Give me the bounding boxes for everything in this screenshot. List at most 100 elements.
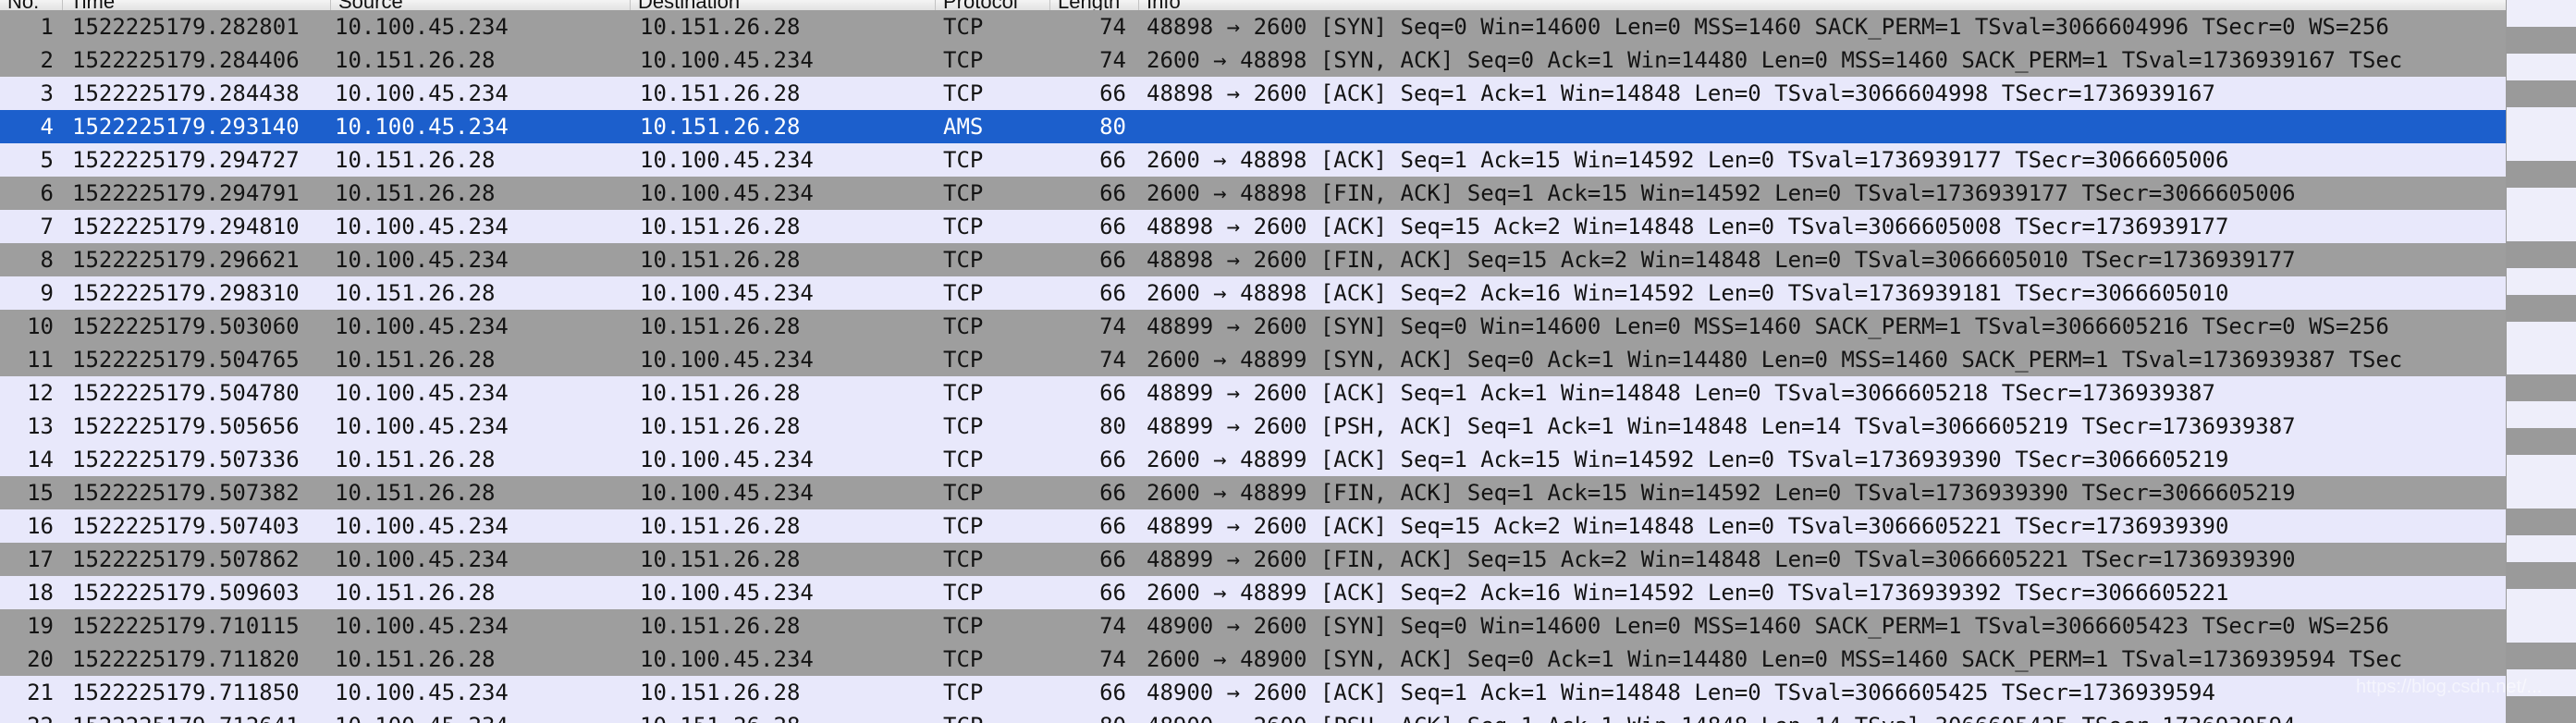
packet-row[interactable]: 2 1522225179.284406 10.151.26.28 10.100.45.… bbox=[0, 43, 2506, 77]
column-header-destination[interactable]: Destination bbox=[631, 0, 936, 10]
cell-number: 1 bbox=[40, 14, 54, 40]
cell-source: 10.151.26.28 bbox=[335, 147, 496, 173]
cell-length: 66 bbox=[1099, 214, 1126, 239]
packet-minimap-scrollbar[interactable] bbox=[2506, 0, 2576, 723]
cell-source: 10.100.45.234 bbox=[335, 80, 509, 106]
packet-row[interactable]: 21 1522225179.711850 10.100.45.234 10.151.2… bbox=[0, 676, 2506, 709]
cell-length: 74 bbox=[1099, 613, 1126, 639]
cell-destination: 10.151.26.28 bbox=[640, 247, 801, 273]
column-header-no[interactable]: No. bbox=[0, 0, 63, 10]
cell-time: 1522225179.294791 bbox=[72, 180, 300, 206]
minimap-segment bbox=[2507, 133, 2576, 162]
minimap-segment bbox=[2507, 26, 2576, 55]
cell-protocol: TCP bbox=[943, 413, 984, 439]
cell-info: 2600 → 48900 [SYN, ACK] Seq=0 Ack=1 Win=… bbox=[1147, 646, 2403, 672]
cell-source: 10.100.45.234 bbox=[335, 513, 509, 539]
cell-protocol: TCP bbox=[943, 280, 984, 306]
cell-number: 15 bbox=[27, 480, 54, 506]
cell-source: 10.151.26.28 bbox=[335, 347, 496, 373]
cell-destination: 10.100.45.234 bbox=[640, 147, 814, 173]
cell-info: 48899 → 2600 [PSH, ACK] Seq=1 Ack=1 Win=… bbox=[1147, 413, 2296, 439]
cell-number: 6 bbox=[40, 180, 54, 206]
packet-row[interactable]: 12 1522225179.504780 10.100.45.234 10.151.2… bbox=[0, 376, 2506, 410]
cell-length: 66 bbox=[1099, 447, 1126, 472]
wireshark-window: No. Time Source Destination Protocol Len… bbox=[0, 0, 2576, 723]
minimap-segment bbox=[2507, 616, 2576, 643]
minimap-segment bbox=[2507, 482, 2576, 509]
cell-info: 48898 → 2600 [SYN] Seq=0 Win=14600 Len=0… bbox=[1147, 14, 2389, 40]
cell-info: 2600 → 48898 [FIN, ACK] Seq=1 Ack=15 Win… bbox=[1147, 180, 2296, 206]
cell-number: 2 bbox=[40, 47, 54, 73]
minimap-segment bbox=[2507, 428, 2576, 456]
minimap-segment bbox=[2507, 509, 2576, 536]
packet-row[interactable]: 17 1522225179.507862 10.100.45.234 10.151.2… bbox=[0, 543, 2506, 576]
cell-info: 48900 → 2600 [SYN] Seq=0 Win=14600 Len=0… bbox=[1147, 613, 2389, 639]
minimap-segment bbox=[2507, 535, 2576, 563]
packet-row[interactable]: 1 1522225179.282801 10.100.45.234 10.151.26… bbox=[0, 10, 2506, 43]
cell-length: 66 bbox=[1099, 147, 1126, 173]
column-header-length[interactable]: Length bbox=[1050, 0, 1139, 10]
cell-info: 48899 → 2600 [ACK] Seq=1 Ack=1 Win=14848… bbox=[1147, 380, 2215, 406]
cell-time: 1522225179.710115 bbox=[72, 613, 300, 639]
cell-info: 2600 → 48898 [ACK] Seq=2 Ack=16 Win=1459… bbox=[1147, 280, 2229, 306]
column-header-protocol[interactable]: Protocol bbox=[936, 0, 1050, 10]
cell-info bbox=[1147, 110, 2506, 143]
cell-number: 22 bbox=[0, 709, 54, 723]
cell-protocol: TCP bbox=[943, 347, 984, 373]
cell-protocol: TCP bbox=[943, 380, 984, 406]
cell-destination: 10.151.26.28 bbox=[640, 214, 801, 239]
cell-length: 74 bbox=[1099, 347, 1126, 373]
cell-source: 10.100.45.234 bbox=[335, 313, 509, 339]
cell-protocol: TCP bbox=[943, 513, 984, 539]
packet-row[interactable]: 4 1522225179.293140 10.100.45.234 10.151.26… bbox=[0, 110, 2506, 143]
packet-row[interactable]: 15 1522225179.507382 10.151.26.28 10.100.45… bbox=[0, 476, 2506, 509]
cell-time: 1522225179.296621 bbox=[72, 247, 300, 273]
cell-destination: 10.151.26.28 bbox=[640, 680, 801, 705]
cell-info: 2600 → 48899 [SYN, ACK] Seq=0 Ack=1 Win=… bbox=[1147, 347, 2403, 373]
packet-row[interactable]: 22 1522225179.712641 10.100.45.234 10.151.2… bbox=[0, 709, 2506, 723]
packet-row[interactable]: 19 1522225179.710115 10.100.45.234 10.151.2… bbox=[0, 609, 2506, 643]
cell-destination: 10.100.45.234 bbox=[640, 580, 814, 606]
packet-row[interactable]: 20 1522225179.711820 10.151.26.28 10.100.45… bbox=[0, 643, 2506, 676]
packet-row[interactable]: 9 1522225179.298310 10.151.26.28 10.100.45.… bbox=[0, 276, 2506, 310]
packet-row[interactable]: 18 1522225179.509603 10.151.26.28 10.100.45… bbox=[0, 576, 2506, 609]
cell-info: 48900 → 2600 [PSH, ACK] Seq=1 Ack=1 Win=… bbox=[1147, 709, 2506, 723]
cell-time: 1522225179.509603 bbox=[72, 580, 300, 606]
minimap-segment bbox=[2507, 294, 2576, 323]
cell-info: 48899 → 2600 [FIN, ACK] Seq=15 Ack=2 Win… bbox=[1147, 546, 2296, 572]
cell-time: 1522225179.284438 bbox=[72, 80, 300, 106]
cell-protocol: TCP bbox=[943, 147, 984, 173]
packet-row[interactable]: 14 1522225179.507336 10.151.26.28 10.100.45… bbox=[0, 443, 2506, 476]
cell-number: 21 bbox=[27, 680, 54, 705]
minimap-segment bbox=[2507, 589, 2576, 617]
cell-protocol: TCP bbox=[943, 313, 984, 339]
packet-row[interactable]: 11 1522225179.504765 10.151.26.28 10.100.45… bbox=[0, 343, 2506, 376]
packet-row[interactable]: 8 1522225179.296621 10.100.45.234 10.151.26… bbox=[0, 243, 2506, 276]
cell-source: 10.100.45.234 bbox=[335, 114, 509, 140]
minimap-segment bbox=[2507, 80, 2576, 108]
cell-time: 1522225179.294810 bbox=[72, 214, 300, 239]
minimap-segment bbox=[2507, 321, 2576, 349]
cell-destination: 10.100.45.234 bbox=[640, 47, 814, 73]
packet-list[interactable]: 1 1522225179.282801 10.100.45.234 10.151.26… bbox=[0, 10, 2506, 723]
cell-protocol: TCP bbox=[943, 214, 984, 239]
cell-protocol: TCP bbox=[943, 613, 984, 639]
cell-info: 2600 → 48899 [FIN, ACK] Seq=1 Ack=15 Win… bbox=[1147, 480, 2296, 506]
column-header-time[interactable]: Time bbox=[63, 0, 331, 10]
column-header-info[interactable]: Info bbox=[1139, 0, 2506, 10]
packet-row[interactable]: 6 1522225179.294791 10.151.26.28 10.100.45.… bbox=[0, 177, 2506, 210]
packet-row[interactable]: 7 1522225179.294810 10.100.45.234 10.151.26… bbox=[0, 210, 2506, 243]
cell-destination: 10.151.26.28 bbox=[640, 380, 801, 406]
packet-row[interactable]: 16 1522225179.507403 10.100.45.234 10.151.2… bbox=[0, 509, 2506, 543]
cell-time: 1522225179.712641 bbox=[72, 709, 331, 723]
watermark-text: https://blog.csdn.net/... bbox=[2356, 677, 2543, 697]
cell-number: 5 bbox=[40, 147, 54, 173]
cell-info: 48900 → 2600 [ACK] Seq=1 Ack=1 Win=14848… bbox=[1147, 680, 2215, 705]
packet-row[interactable]: 10 1522225179.503060 10.100.45.234 10.151.2… bbox=[0, 310, 2506, 343]
cell-protocol: TCP bbox=[943, 680, 984, 705]
packet-row[interactable]: 13 1522225179.505656 10.100.45.234 10.151.2… bbox=[0, 410, 2506, 443]
column-header-source[interactable]: Source bbox=[331, 0, 631, 10]
packet-row[interactable]: 3 1522225179.284438 10.100.45.234 10.151.26… bbox=[0, 77, 2506, 110]
packet-row[interactable]: 5 1522225179.294727 10.151.26.28 10.100.45.… bbox=[0, 143, 2506, 177]
cell-time: 1522225179.298310 bbox=[72, 280, 300, 306]
